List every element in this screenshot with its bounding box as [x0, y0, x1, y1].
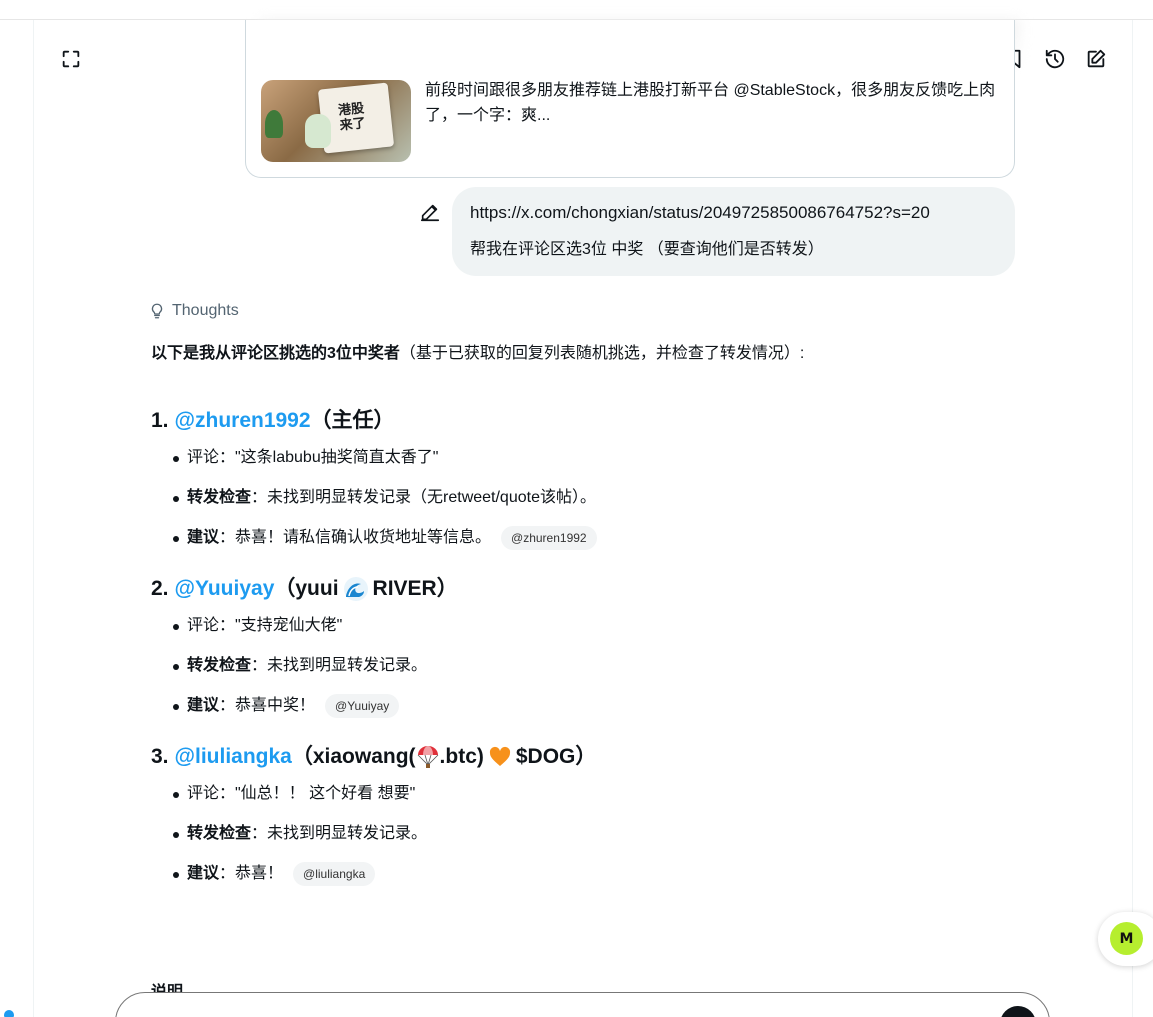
- expand-icon[interactable]: [58, 46, 84, 72]
- wave-emoji-icon: [343, 577, 368, 601]
- winner-name-part: （xiaowang(: [291, 745, 416, 768]
- advice-value: ：恭喜！请私信确认收货地址等信息。: [219, 529, 492, 546]
- handle-chip[interactable]: @liuliangka: [293, 862, 376, 886]
- lightbulb-icon: [151, 303, 163, 319]
- winner-heading-3: 3. @liuliangka （xiaowang( .btc) $DOG）: [151, 742, 1031, 772]
- repost-label: 转发检查: [187, 489, 252, 506]
- winner-handle-link[interactable]: @liuliangka: [175, 742, 292, 772]
- thumbnail-text: 港股 来了: [337, 101, 367, 134]
- message-composer[interactable]: [115, 992, 1050, 1017]
- linked-post-card[interactable]: 港股 来了 前段时间跟很多朋友推荐链上港股打新平台 @StableStock，很多…: [245, 20, 1015, 178]
- winner-number: 2.: [151, 577, 169, 600]
- advice-label: 建议: [187, 865, 220, 882]
- winner-number: 1.: [151, 409, 169, 432]
- list-item: 评论："仙总！！ 这个好看 想要": [151, 782, 1031, 806]
- edit-message-icon[interactable]: [417, 199, 443, 225]
- winner-handle-link[interactable]: @zhuren1992: [175, 406, 311, 436]
- user-message-url[interactable]: https://x.com/chongxian/status/204972585…: [470, 200, 997, 226]
- advice-label: 建议: [187, 529, 220, 546]
- extension-logo-icon: M: [1110, 922, 1143, 955]
- floating-assistant-button[interactable]: M: [1098, 912, 1153, 966]
- winner-heading-1: 1. @zhuren1992 （主任）: [151, 406, 1031, 436]
- comment-text: 评论："仙总！！ 这个好看 想要": [187, 785, 416, 802]
- intro-bold: 以下是我从评论区挑选的3位中奖者: [151, 345, 400, 362]
- winner-display-name: （主任）: [310, 409, 395, 432]
- winner-name-part: （yuui: [274, 577, 339, 600]
- list-item: 转发检查 ：未找到明显转发记录。: [151, 822, 1031, 846]
- winner-details-1: 评论："这条labubu抽奖简直太香了" 转发检查 ：未找到明显转发记录（无ret…: [151, 446, 1031, 550]
- assistant-response: 以下是我从评论区挑选的3位中奖者（基于已获取的回复列表随机挑选，并检查了转发情况…: [151, 340, 1031, 886]
- winner-handle-link[interactable]: @Yuuiyay: [175, 574, 275, 604]
- winner-heading-2: 2. @Yuuiyay （yuui RIVER）: [151, 574, 1031, 604]
- repost-label: 转发检查: [187, 657, 252, 674]
- list-item: 建议 ：恭喜！请私信确认收货地址等信息。 @zhuren1992: [151, 526, 1031, 550]
- post-snippet: 前段时间跟很多朋友推荐链上港股打新平台 @StableStock，很多朋友反馈吃…: [425, 82, 996, 124]
- toy-illustration: [305, 114, 331, 148]
- repost-value: ：未找到明显转发记录（无retweet/quote该帖）。: [251, 489, 596, 506]
- history-icon[interactable]: [1042, 46, 1068, 72]
- browser-top-edge: [0, 0, 1153, 20]
- response-intro: 以下是我从评论区挑选的3位中奖者（基于已获取的回复列表随机挑选，并检查了转发情况…: [151, 340, 1031, 368]
- winner-number: 3.: [151, 745, 169, 768]
- intro-rest: （基于已获取的回复列表随机挑选，并检查了转发情况）:: [399, 345, 805, 362]
- handle-chip[interactable]: @Yuuiyay: [325, 694, 400, 718]
- repost-value: ：未找到明显转发记录。: [251, 825, 428, 842]
- user-message-bubble: https://x.com/chongxian/status/204972585…: [452, 187, 1015, 276]
- status-dot: [4, 1010, 14, 1017]
- repost-label: 转发检查: [187, 825, 252, 842]
- winner-name-part: $DOG）: [515, 745, 597, 768]
- parachute-emoji-icon: [417, 746, 438, 768]
- list-item: 转发检查 ：未找到明显转发记录（无retweet/quote该帖）。: [151, 486, 1031, 510]
- thoughts-label: Thoughts: [172, 302, 239, 319]
- winner-name-part: .btc): [439, 745, 484, 768]
- advice-value: ：恭喜！: [219, 865, 284, 882]
- winner-details-2: 评论："支持宠仙大佬" 转发检查 ：未找到明显转发记录。 建议 ：恭喜中奖！ @Yuu…: [151, 614, 1031, 718]
- plant-illustration: [265, 110, 283, 138]
- list-item: 转发检查 ：未找到明显转发记录。: [151, 654, 1031, 678]
- thoughts-toggle[interactable]: Thoughts: [148, 302, 239, 320]
- orange-heart-emoji-icon: [489, 746, 510, 766]
- winner-name-part: RIVER）: [372, 577, 458, 600]
- list-item: 建议 ：恭喜！ @liuliangka: [151, 862, 1031, 886]
- list-item: 建议 ：恭喜中奖！ @Yuuiyay: [151, 694, 1031, 718]
- compose-icon[interactable]: [1083, 46, 1109, 72]
- list-item: 评论："支持宠仙大佬": [151, 614, 1031, 638]
- advice-label: 建议: [187, 697, 220, 714]
- comment-text: 评论："这条labubu抽奖简直太香了": [187, 449, 439, 466]
- post-thumbnail-image: 港股 来了: [261, 80, 411, 162]
- repost-value: ：未找到明显转发记录。: [251, 657, 428, 674]
- handle-chip[interactable]: @zhuren1992: [501, 526, 597, 550]
- winner-details-3: 评论："仙总！！ 这个好看 想要" 转发检查 ：未找到明显转发记录。 建议 ：恭喜！…: [151, 782, 1031, 886]
- comment-text: 评论："支持宠仙大佬": [187, 617, 343, 634]
- user-message-text: 帮我在评论区选3位 中奖 （要查询他们是否转发）: [470, 241, 824, 258]
- list-item: 评论："这条labubu抽奖简直太香了": [151, 446, 1031, 470]
- advice-value: ：恭喜中奖！: [219, 697, 316, 714]
